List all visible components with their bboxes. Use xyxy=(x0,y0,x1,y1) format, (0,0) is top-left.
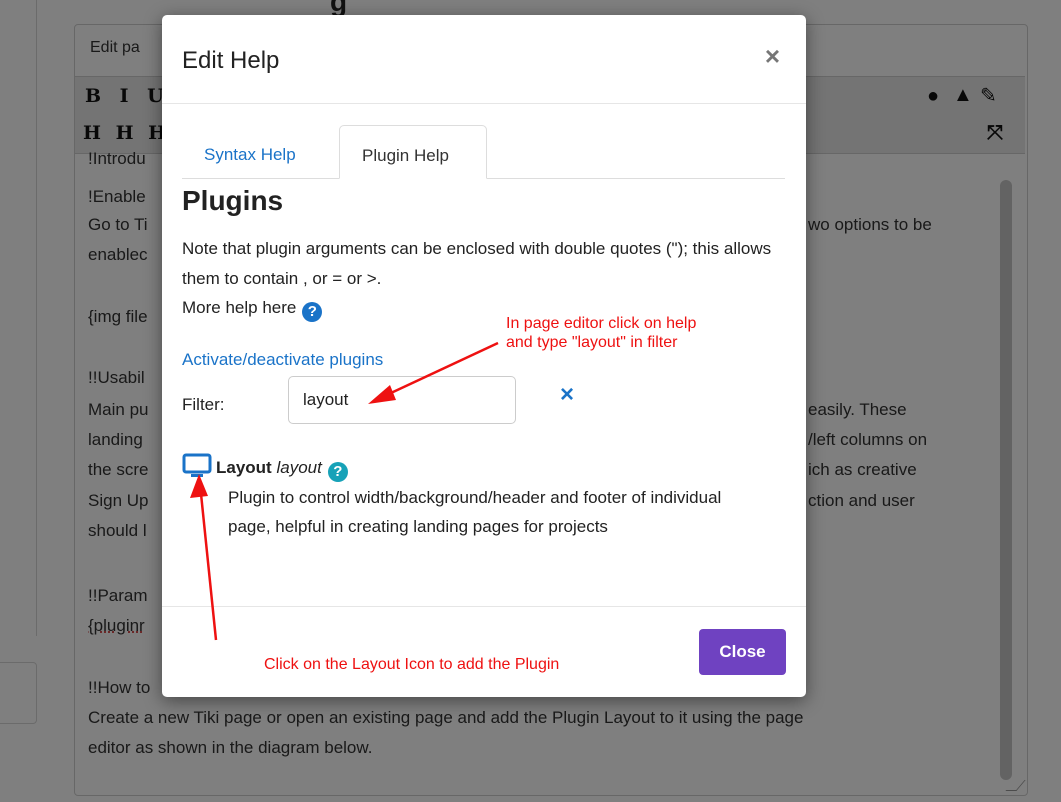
tab-plugin-help[interactable]: Plugin Help xyxy=(339,125,487,179)
plugins-note: Note that plugin arguments can be enclos… xyxy=(182,239,772,288)
clear-filter-icon[interactable]: × xyxy=(560,381,574,409)
edit-help-modal: Edit Help × Syntax Help Plugin Help Plug… xyxy=(162,15,806,697)
question-circle-icon[interactable]: ? xyxy=(302,302,323,322)
close-button[interactable]: Close xyxy=(699,629,786,675)
filter-label: Filter: xyxy=(182,395,225,414)
more-help-label: More help here xyxy=(182,298,297,317)
plugin-description: Plugin to control width/background/heade… xyxy=(228,488,722,536)
filter-input[interactable] xyxy=(288,376,516,424)
activate-plugins-link[interactable]: Activate/deactivate plugins xyxy=(182,350,383,370)
header-divider xyxy=(162,103,806,104)
plugin-name: Layout xyxy=(216,458,272,477)
annotation-filter-hint: In page editor click on help and type "l… xyxy=(506,314,696,352)
tab-syntax-help[interactable]: Syntax Help xyxy=(204,145,296,165)
annotation-icon-hint: Click on the Layout Icon to add the Plug… xyxy=(264,656,560,673)
annotation-text: In page editor click on help and type "l… xyxy=(506,315,697,351)
plugin-tag: layout xyxy=(276,458,322,477)
modal-title: Edit Help xyxy=(182,47,280,74)
more-help-row: More help here? xyxy=(182,298,323,322)
plugin-row-layout: Layout layout? xyxy=(182,453,348,482)
plugin-help-icon[interactable]: ? xyxy=(327,462,348,482)
monitor-icon[interactable] xyxy=(182,453,212,479)
close-icon[interactable]: × xyxy=(765,41,780,72)
footer-divider xyxy=(162,606,806,607)
plugins-heading: Plugins xyxy=(182,185,284,216)
